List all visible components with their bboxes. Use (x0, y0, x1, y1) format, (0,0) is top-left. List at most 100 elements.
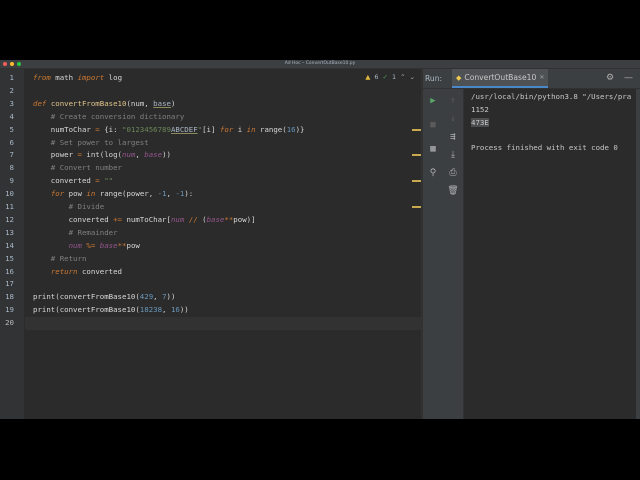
code-token: num (68, 240, 82, 250)
chevron-down-icon[interactable]: ⌄ (410, 73, 415, 81)
code-token: , (135, 150, 145, 160)
code-token: converted (77, 266, 123, 276)
warning-triangle-icon: ▲ (365, 73, 371, 81)
run-panel: Run: ◆ ConvertOutBase10 ✕ ⚙ — ▶ ■ ▦ ⚲ ↑ ↓ ⇶ ⤓ ⎙… (423, 69, 640, 419)
title-bar: Ad Hoc – ConvertOutBase10.py (0, 60, 640, 69)
scroll-to-end-icon[interactable]: ⤓ (443, 149, 463, 161)
chevron-up-icon[interactable]: ⌃ (400, 73, 405, 81)
code-token: ): (184, 189, 194, 199)
warning-count: 6 (374, 73, 379, 81)
code-line: converted = "" (33, 175, 113, 188)
code-token: )) (162, 150, 171, 160)
minimize-icon[interactable]: — (624, 69, 633, 88)
code-token: # Return (33, 253, 87, 263)
code-token: ) (170, 98, 176, 108)
trash-icon[interactable]: 🗑 (443, 185, 463, 197)
check-count: 1 (391, 73, 397, 81)
line-number: 6 (9, 137, 14, 147)
code-token: for (50, 189, 65, 199)
line-number: 3 (9, 98, 14, 108)
code-token: range(power, (95, 189, 158, 199)
code-token: pow (126, 240, 140, 250)
console-line: 473E (471, 117, 489, 129)
line-number: 5 (9, 124, 14, 134)
code-token: math (50, 73, 78, 82)
line-number: 15 (5, 253, 14, 263)
stop-icon[interactable]: ■ (423, 119, 443, 131)
tab-convertoutbase10[interactable]: ◆ ConvertOutBase10 ✕ (452, 69, 549, 88)
code-token: -1 (175, 189, 185, 199)
line-number: 18 (5, 292, 14, 302)
code-token: ( (197, 214, 207, 224)
gear-icon[interactable]: ⚙ (606, 69, 614, 88)
close-tab-icon[interactable]: ✕ (539, 74, 544, 81)
code-token: += (113, 214, 122, 224)
code-token: # Set power to largest (33, 137, 149, 147)
line-number: 7 (9, 150, 14, 160)
code-token: print(convertFromBase10( (33, 292, 140, 302)
code-token: , (153, 292, 163, 302)
code-line: def convertFromBase10(num, base) (33, 98, 175, 111)
code-token: in (246, 124, 256, 134)
code-token: , (162, 305, 171, 315)
change-marker[interactable] (412, 180, 421, 183)
code-token: # Remainder (33, 227, 118, 237)
code-token: ** (224, 214, 234, 224)
change-marker[interactable] (412, 154, 421, 157)
change-marker[interactable] (412, 128, 421, 131)
code-token: ** (117, 240, 127, 250)
code-token: converted (33, 176, 96, 186)
console-line: /usr/local/bin/python3.8 "/Users/pra (471, 92, 632, 101)
code-editor[interactable]: 1 2 3 4 5 6 7 8 9 10 11 12 13 14 15 16 17 18 19 20 ▲ 6 ✓ 1 … (0, 69, 421, 419)
line-number: 1 (9, 73, 14, 82)
print-icon[interactable]: ⎙ (443, 167, 463, 179)
code-token: range( (255, 124, 287, 134)
line-number: 9 (9, 176, 14, 186)
right-tool-strip (636, 89, 640, 419)
code-token: 16 (286, 124, 296, 134)
code-token: print(convertFromBase10( (33, 305, 140, 315)
code-token: [i] (202, 124, 220, 134)
line-number: 12 (5, 214, 14, 224)
code-token: // (188, 214, 198, 224)
code-line: return converted (33, 266, 122, 279)
code-token: convertFromBase10 (50, 98, 127, 108)
line-number: 19 (5, 305, 14, 315)
line-number: 16 (5, 266, 14, 276)
line-number: 14 (5, 240, 14, 250)
code-token: "0123456789 (122, 124, 171, 134)
code-token: for (219, 124, 234, 134)
code-line: print(convertFromBase10(429, 7)) (33, 291, 175, 304)
run-icon[interactable]: ▶ (423, 95, 443, 107)
code-token: %= (86, 240, 96, 250)
line-number: 4 (9, 111, 14, 121)
run-toolbar-left: ▶ ■ ▦ ⚲ (423, 89, 443, 419)
code-token: i (233, 124, 247, 134)
pin-icon[interactable]: ⚲ (423, 167, 443, 179)
code-line: from math import log (33, 72, 122, 85)
run-label: Run: (425, 74, 443, 83)
code-line: for pow in range(power, -1, -1): (33, 188, 193, 201)
code-token: pow (64, 189, 87, 199)
line-number-gutter[interactable]: 1 2 3 4 5 6 7 8 9 10 11 12 13 14 15 16 17 18 19 20 (0, 69, 24, 419)
console-output[interactable]: /usr/local/bin/python3.8 "/Users/pra 1152… (464, 89, 640, 419)
arrow-down-icon[interactable]: ↓ (443, 113, 463, 125)
layout-icon[interactable]: ▦ (423, 143, 443, 155)
selected-output: 473E (471, 117, 489, 127)
code-token: power (33, 150, 78, 160)
code-line: # Remainder (33, 227, 118, 240)
soft-wrap-icon[interactable]: ⇶ (443, 131, 463, 143)
inspection-widget[interactable]: ▲ 6 ✓ 1 ⌃ ⌄ (365, 73, 415, 81)
code-line: # Return (33, 253, 87, 266)
code-token: num (122, 150, 136, 160)
code-token: converted (33, 214, 114, 224)
arrow-up-icon[interactable]: ↑ (443, 95, 463, 107)
code-token: ABCDEF (170, 124, 198, 134)
change-marker[interactable] (412, 206, 421, 208)
code-token: in (86, 189, 96, 199)
code-token: int(log( (81, 150, 122, 160)
code-token: # Convert number (33, 163, 122, 173)
console-line: 1152 (471, 104, 489, 114)
